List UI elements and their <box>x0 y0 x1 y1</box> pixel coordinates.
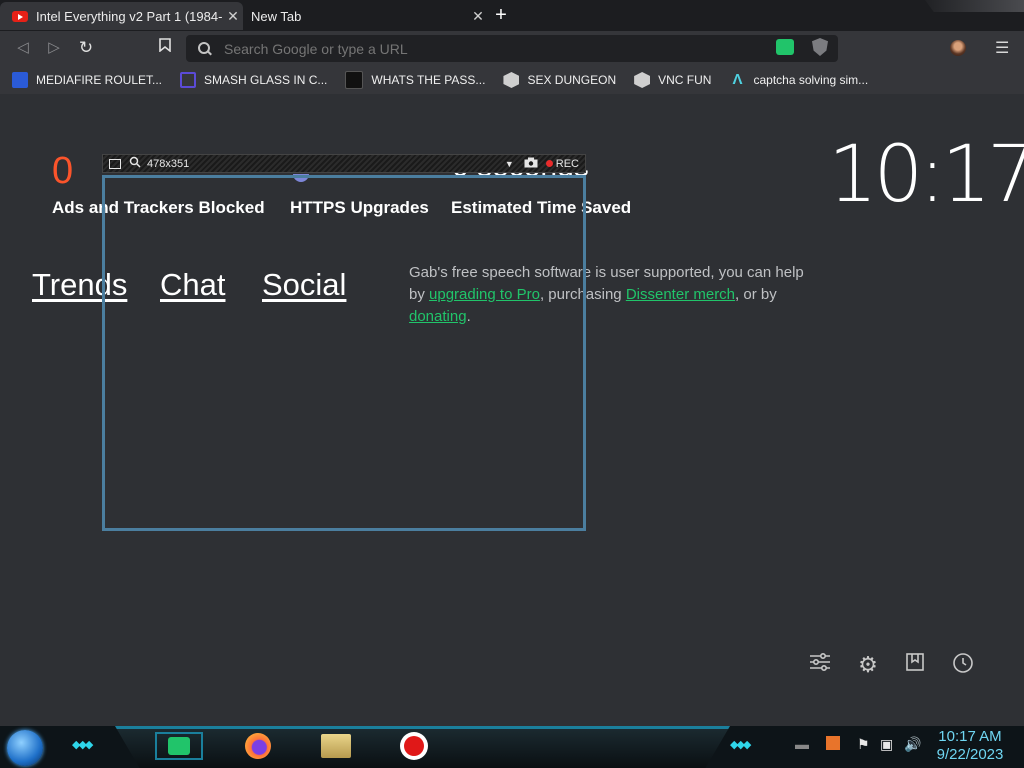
dark-square-icon <box>345 71 364 89</box>
bookmarks-icon[interactable] <box>902 652 928 678</box>
record-icon <box>400 732 428 760</box>
taskbar-decoration: ◆◆◆ <box>72 739 93 751</box>
new-tab-clock: 10:17 <box>828 130 1024 220</box>
taskbar-app-firefox[interactable] <box>232 730 284 762</box>
camera-icon[interactable] <box>524 157 538 171</box>
browser-toolbar: ◁ ▷ ↻ ☰ <box>0 31 1024 66</box>
show-hidden-icons-icon[interactable]: ▬ <box>795 736 809 752</box>
bookmark-mediafire[interactable]: MEDIAFIRE ROULET... <box>12 72 162 88</box>
magnifier-icon[interactable] <box>129 156 141 171</box>
lambda-icon: Λ <box>732 71 743 88</box>
bookmark-label: SMASH GLASS IN C... <box>204 73 328 87</box>
tab-close-icon[interactable]: ✕ <box>223 8 243 25</box>
bookmark-label: VNC FUN <box>658 73 712 87</box>
action-center-flag-icon[interactable]: ⚑ <box>857 736 870 753</box>
reload-icon[interactable]: ↻ <box>75 38 97 58</box>
trackers-blocked-count: 0 <box>52 150 74 192</box>
forward-icon[interactable]: ▷ <box>43 38 65 58</box>
customize-sliders-icon[interactable] <box>807 652 833 678</box>
taskbar: ◆◆◆ ◆◆◆ ▬ ⚑ ▣ 🔊 <box>0 726 1024 768</box>
record-dot-icon <box>545 160 553 167</box>
bookmark-label: captcha solving sim... <box>753 73 869 87</box>
mediafire-icon <box>12 72 28 88</box>
search-input[interactable] <box>222 39 838 58</box>
tab-title: New Tab <box>251 8 302 24</box>
youtube-icon <box>12 10 28 22</box>
gear-cube-icon <box>503 72 520 88</box>
capture-region-frame[interactable] <box>102 175 586 531</box>
dissenter-extension-icon[interactable] <box>776 39 794 55</box>
taskbar-date: 9/22/2023 <box>936 746 1004 763</box>
bookmark-label: SEX DUNGEON <box>527 73 617 87</box>
dropdown-arrow-icon[interactable]: ▼ <box>505 159 514 169</box>
bookmark-smash-glass[interactable]: SMASH GLASS IN C... <box>180 72 327 88</box>
tab-close-icon[interactable]: ✕ <box>468 8 488 25</box>
bookmark-label: MEDIAFIRE ROULET... <box>36 73 163 87</box>
window-icon[interactable] <box>109 158 121 169</box>
bookmark-whats-the-pass[interactable]: WHATS THE PASS... <box>345 71 485 89</box>
bookmarks-bar: MEDIAFIRE ROULET... SMASH GLASS IN C... … <box>0 66 1024 94</box>
volume-icon[interactable]: 🔊 <box>904 736 921 753</box>
dissenter-icon <box>168 737 190 755</box>
capture-size: 478x351 <box>147 157 190 170</box>
bookmark-sex-dungeon[interactable]: SEX DUNGEON <box>503 72 616 88</box>
taskbar-app-explorer[interactable] <box>310 730 362 762</box>
folder-icon <box>321 734 351 758</box>
dissenter-merch-link[interactable]: Dissenter merch <box>626 286 735 303</box>
bracket-icon <box>180 72 197 88</box>
tab-youtube[interactable]: Intel Everything v2 Part 1 (1984-20 ✕ <box>0 2 243 30</box>
screen-capture-toolbar: 478x351 ▼ REC <box>102 154 586 173</box>
start-button[interactable] <box>7 730 43 766</box>
menu-icon[interactable]: ☰ <box>995 38 1009 58</box>
settings-gear-icon[interactable]: ⚙ <box>855 652 881 678</box>
network-icon[interactable]: ▣ <box>880 736 893 753</box>
back-icon[interactable]: ◁ <box>12 38 34 58</box>
rec-button[interactable]: REC <box>556 158 579 170</box>
bookmark-captcha[interactable]: Λ captcha solving sim... <box>729 72 868 88</box>
taskbar-app-dissenter[interactable] <box>153 730 205 762</box>
bookmark-icon[interactable] <box>154 38 176 58</box>
address-bar[interactable] <box>186 35 838 62</box>
search-icon <box>198 41 212 56</box>
taskbar-time: 10:17 AM <box>938 728 1002 745</box>
avatar[interactable] <box>950 40 966 56</box>
taskbar-app-recorder[interactable] <box>388 730 440 762</box>
window-frame-decoration <box>925 0 1024 12</box>
tray-app-icon[interactable] <box>826 736 840 753</box>
taskbar-clock[interactable]: 10:17 AM 9/22/2023 <box>930 728 1010 764</box>
bookmark-vnc-fun[interactable]: VNC FUN <box>634 72 711 88</box>
tab-new-tab[interactable]: New Tab ✕ <box>243 2 488 30</box>
new-tab-button[interactable]: + <box>490 5 512 27</box>
gear-cube-icon <box>634 72 651 88</box>
firefox-icon <box>245 733 271 759</box>
history-icon[interactable] <box>950 652 976 678</box>
taskbar-decoration: ◆◆◆ <box>730 739 751 751</box>
tab-strip: Intel Everything v2 Part 1 (1984-20 ✕ Ne… <box>0 0 1024 31</box>
bookmark-label: WHATS THE PASS... <box>371 73 486 87</box>
tab-title: Intel Everything v2 Part 1 (1984-20 <box>36 8 223 24</box>
